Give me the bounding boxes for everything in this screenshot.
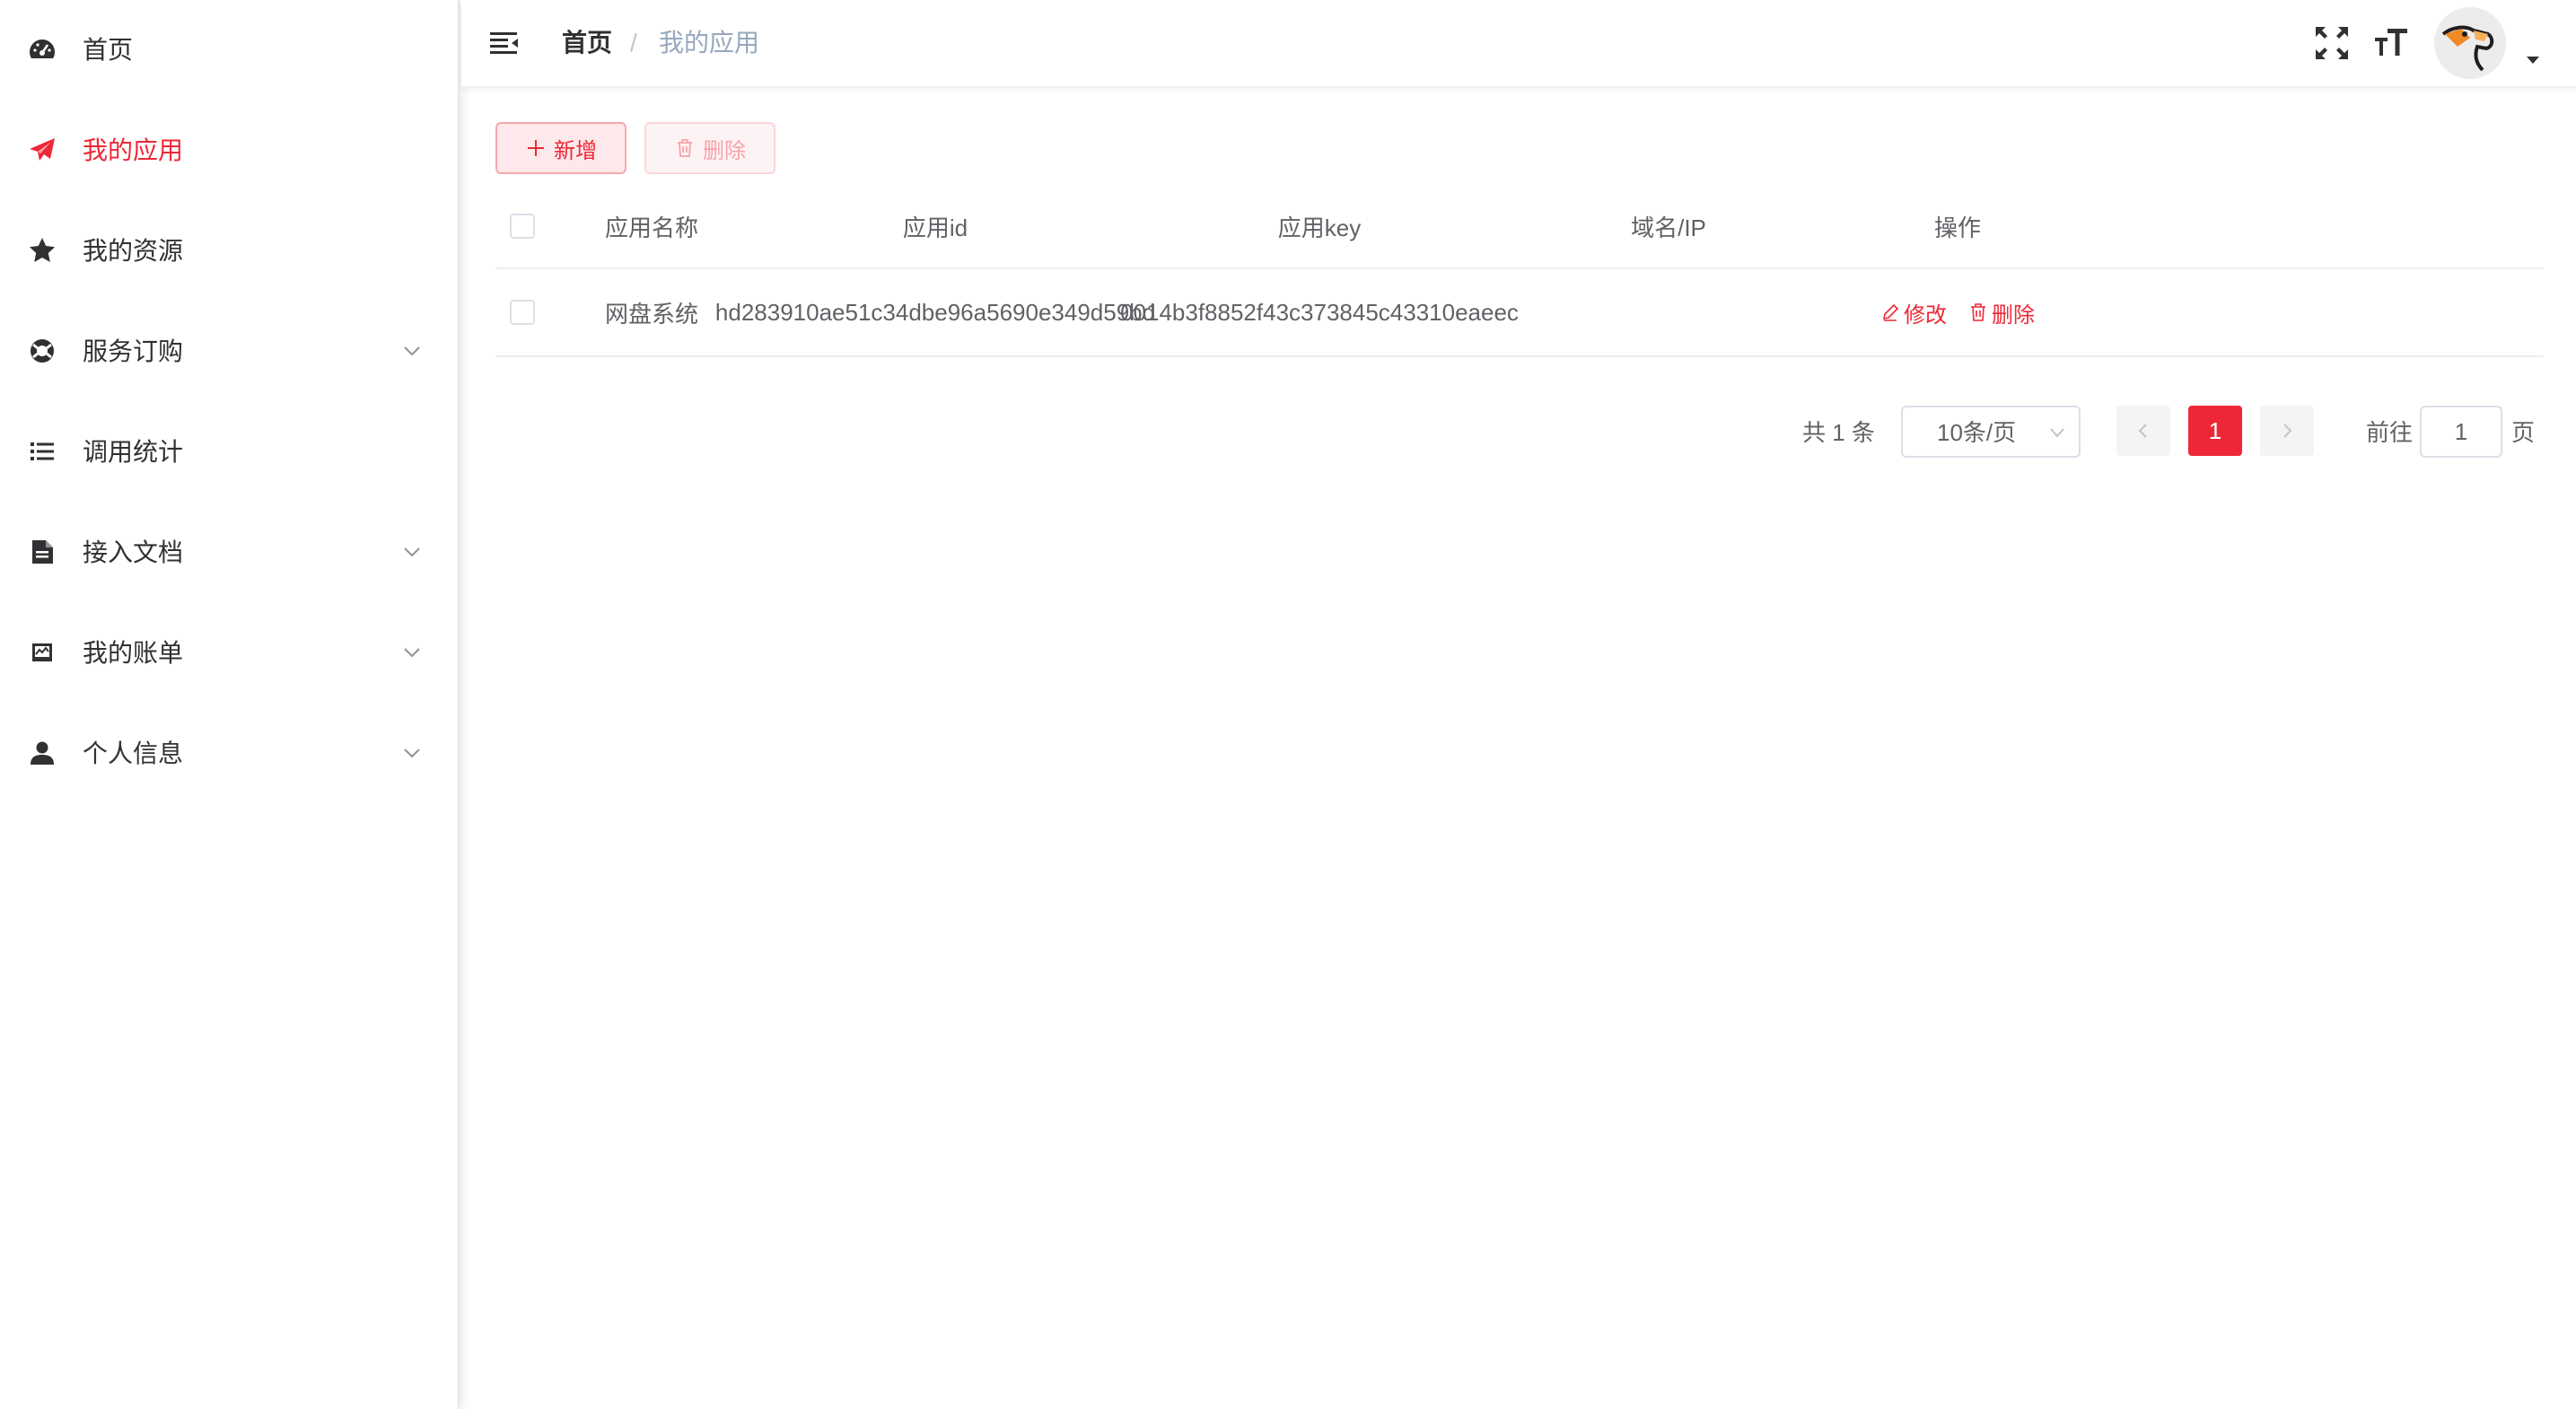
sidebar-item-my-resources[interactable]: 我的资源: [0, 201, 458, 302]
dashboard-icon: [27, 34, 57, 65]
send-icon: [27, 135, 57, 165]
edit-icon: [1882, 303, 1899, 321]
delete-link[interactable]: 删除: [1968, 297, 2035, 328]
goto-page-input[interactable]: 1: [2420, 406, 2502, 458]
prev-page-button[interactable]: [2116, 406, 2170, 456]
sidebar-item-docs[interactable]: 接入文档: [0, 503, 458, 603]
cell-actions: 修改 删除: [1815, 269, 2100, 355]
cell-domain: [1522, 269, 1815, 355]
sidebar-item-call-stats[interactable]: 调用统计: [0, 402, 458, 503]
row-checkbox[interactable]: [510, 300, 535, 325]
sidebar-item-my-apps[interactable]: 我的应用: [0, 101, 458, 201]
cell-app-key: 0014b3f8852f43c373845c43310eaeec: [1120, 298, 1519, 326]
sidebar-item-label: 我的账单: [83, 639, 184, 667]
column-header-app-id: 应用id: [902, 214, 968, 241]
document-icon: [27, 537, 57, 567]
sidebar-item-home[interactable]: 首页: [0, 0, 458, 101]
page-size-value: 10条/页: [1937, 419, 2017, 446]
page-size-select[interactable]: 10条/页: [1901, 406, 2081, 458]
chevron-right-icon: [2283, 424, 2292, 438]
plus-icon: [528, 140, 544, 156]
select-all-checkbox[interactable]: [510, 214, 535, 239]
sidebar: 首页 我的应用 我的资源 服务订购 调用统计 接入文档 我的账单 个人信息: [0, 0, 460, 1409]
cell-app-id: hd283910ae51c34dbe96a5690e349d59bd: [714, 298, 1156, 326]
sidebar-item-service-order[interactable]: 服务订购: [0, 302, 458, 402]
breadcrumb-home[interactable]: 首页: [562, 25, 612, 61]
next-page-button[interactable]: [2260, 406, 2314, 456]
sidebar-item-label: 我的资源: [83, 237, 184, 265]
menu-toggle-icon[interactable]: [488, 27, 521, 59]
star-icon: [27, 235, 57, 266]
delete-link-label: 删除: [1992, 302, 2035, 328]
page-number-current[interactable]: 1: [2188, 406, 2242, 456]
table-header: 应用名称 应用id 应用key 域名/IP 操作: [495, 185, 2544, 269]
lifebuoy-icon: [27, 336, 57, 366]
edit-link-label: 修改: [1904, 302, 1947, 328]
select-all-cell: [495, 185, 549, 267]
add-button[interactable]: 新增: [495, 122, 626, 174]
table-row: 网盘系统 hd283910ae51c34dbe96a5690e349d59bd …: [495, 269, 2544, 357]
sidebar-item-label: 我的应用: [83, 136, 184, 164]
batch-delete-button-label: 删除: [703, 138, 746, 163]
chevron-left-icon: [2138, 424, 2147, 438]
chevron-down-icon: [404, 648, 420, 658]
breadcrumb-current: 我的应用: [659, 29, 760, 57]
sidebar-item-label: 个人信息: [83, 740, 184, 767]
trash-icon: [1971, 303, 1985, 321]
sidebar-item-label: 首页: [83, 36, 134, 64]
apps-table: 应用名称 应用id 应用key 域名/IP 操作 网盘系统 hd283910ae…: [495, 185, 2544, 357]
bill-icon: [27, 637, 57, 668]
chevron-down-icon: [404, 346, 420, 356]
sidebar-item-label: 调用统计: [83, 438, 184, 466]
goto-label: 前往: [2366, 419, 2414, 446]
add-button-label: 新增: [554, 138, 597, 163]
breadcrumb-separator: /: [630, 29, 637, 57]
column-header-app-key: 应用key: [1277, 214, 1362, 241]
avatar[interactable]: [2434, 7, 2506, 79]
chevron-down-icon: [404, 748, 420, 758]
caret-down-icon[interactable]: [2524, 54, 2542, 66]
batch-delete-button[interactable]: 删除: [644, 122, 775, 174]
list-icon: [27, 436, 57, 467]
top-navbar: 首页 / 我的应用: [461, 0, 2576, 88]
column-header-actions: 操作: [1933, 214, 1981, 241]
fullscreen-icon[interactable]: [2312, 23, 2352, 63]
pagination-total: 共 1 条: [1802, 419, 1875, 446]
sidebar-item-profile[interactable]: 个人信息: [0, 704, 458, 804]
sidebar-item-my-bills[interactable]: 我的账单: [0, 603, 458, 704]
column-header-name: 应用名称: [604, 214, 698, 241]
font-size-icon[interactable]: [2371, 23, 2411, 63]
column-header-domain: 域名/IP: [1631, 214, 1706, 241]
avatar-image: [2434, 7, 2506, 79]
page-unit-label: 页: [2511, 419, 2536, 446]
edit-link[interactable]: 修改: [1880, 297, 1947, 328]
sidebar-item-label: 服务订购: [83, 337, 184, 365]
user-icon: [27, 738, 57, 768]
chevron-down-icon: [2050, 428, 2064, 438]
sidebar-item-label: 接入文档: [83, 538, 184, 566]
trash-icon: [678, 139, 692, 157]
row-select-cell: [495, 269, 549, 355]
chevron-down-icon: [404, 547, 420, 557]
